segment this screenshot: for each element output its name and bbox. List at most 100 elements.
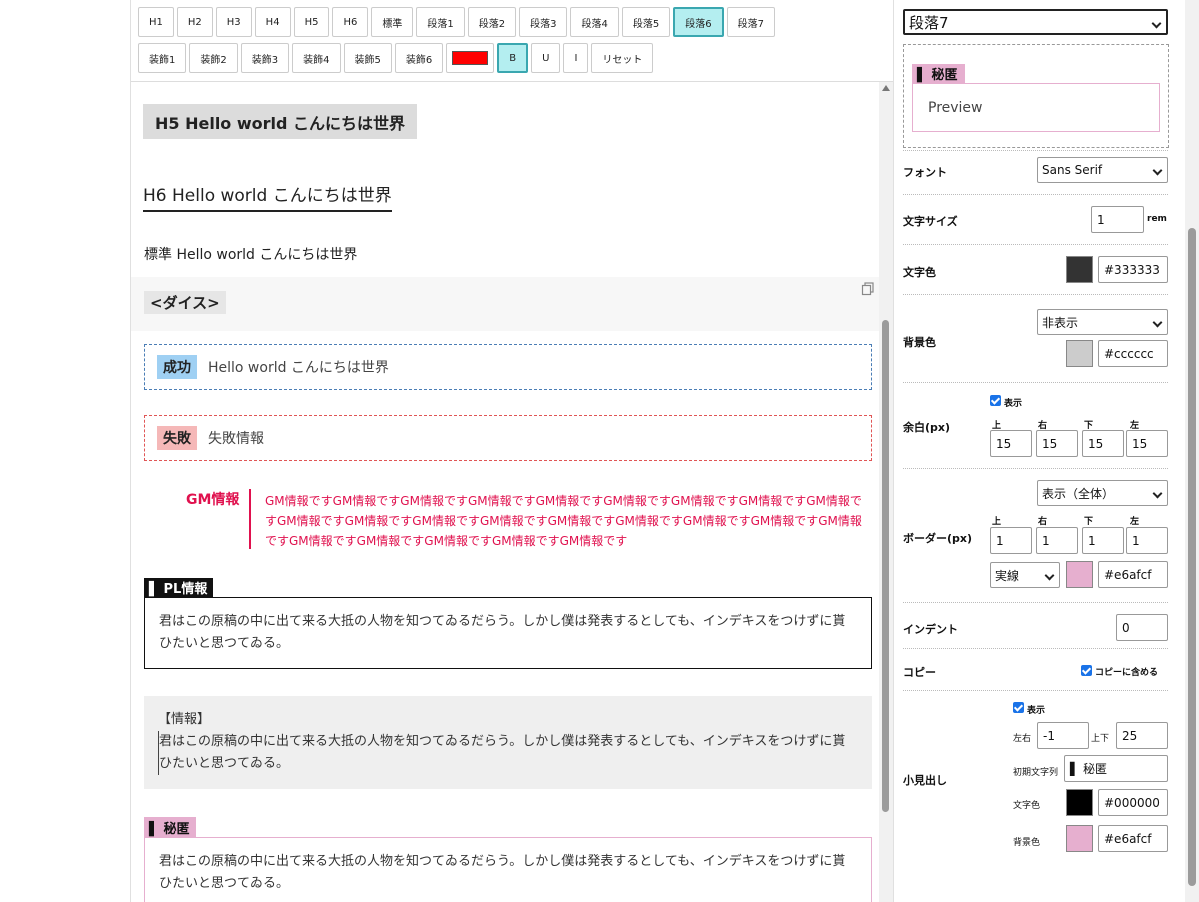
font-label: フォント — [903, 166, 947, 179]
heading-show-checkbox[interactable] — [1013, 702, 1024, 713]
copy-include-checkbox[interactable] — [1081, 665, 1092, 676]
margin-top-input[interactable]: 15 — [990, 430, 1032, 457]
normal-sample: 標準 Hello world こんにちは世界 — [144, 247, 358, 263]
offset-lr-input[interactable]: -1 — [1037, 722, 1089, 749]
font-size-label: 文字サイズ — [903, 215, 958, 228]
text-color-hex-input[interactable]: #333333 — [1098, 256, 1168, 283]
border-mode-select[interactable]: 表示（全体） — [1037, 480, 1168, 506]
h5-button[interactable]: H5 — [293, 7, 330, 37]
panel-scroll-thumb[interactable] — [1188, 228, 1196, 886]
bg-color-picker[interactable] — [1066, 340, 1093, 367]
heading-text-color-picker[interactable] — [1066, 789, 1093, 816]
h6-button[interactable]: H6 — [332, 7, 369, 37]
heading-bg-color-label: 背景色 — [1013, 838, 1041, 848]
gm-info-divider — [249, 489, 251, 549]
border-label: ボーダー(px) — [903, 532, 973, 545]
secret-heading: ▌ 秘匿 — [144, 817, 196, 837]
panel-scrollbar[interactable] — [1185, 0, 1199, 902]
heading-bg-color-picker[interactable] — [1066, 825, 1093, 852]
h1-button[interactable]: H1 — [138, 7, 174, 37]
text-color-button[interactable] — [446, 43, 495, 73]
bg-color-hex-input[interactable]: #cccccc — [1098, 340, 1168, 367]
style-select[interactable]: 段落7 — [903, 9, 1168, 35]
failure-message: 失敗 失敗情報 — [144, 415, 872, 461]
preview-area: ▌ 秘匿 Preview — [903, 44, 1169, 148]
heading-text-color-hex-input[interactable]: #000000 — [1098, 789, 1168, 816]
settings-panel: 段落7 ▌ 秘匿 Preview フォント Sans Serif 文字サイズ 1… — [895, 0, 1199, 902]
h3-button[interactable]: H3 — [215, 7, 252, 37]
border-color-picker[interactable] — [1066, 561, 1093, 588]
subheading-label: 小見出し — [903, 774, 947, 787]
border-style-select[interactable]: 実線 — [990, 562, 1060, 588]
paragraph7-button[interactable]: 段落7 — [726, 7, 775, 37]
gm-info-title: GM情報 — [186, 492, 240, 508]
h4-button[interactable]: H4 — [254, 7, 291, 37]
reset-button[interactable]: リセット — [591, 43, 654, 73]
paragraph2-button[interactable]: 段落2 — [467, 7, 517, 37]
divider — [903, 602, 1168, 603]
decoration6-button[interactable]: 装飾6 — [394, 43, 444, 73]
success-badge: 成功 — [157, 355, 197, 379]
paragraph4-button[interactable]: 段落4 — [570, 7, 619, 37]
pl-info-body: 君はこの原稿の中に出て来る大抵の人物を知つてゐるだらう。しかし僕は発表するとして… — [144, 597, 872, 669]
bold-button[interactable]: B — [497, 43, 529, 73]
divider — [903, 690, 1168, 691]
paragraph6-button[interactable]: 段落6 — [673, 7, 724, 37]
margin-bottom-input[interactable]: 15 — [1082, 430, 1124, 457]
bg-mode-select[interactable]: 非表示 — [1037, 309, 1168, 335]
heading-text-color-label: 文字色 — [1013, 801, 1041, 811]
editor-scrollbar[interactable] — [879, 82, 893, 902]
italic-button[interactable]: I — [563, 43, 589, 73]
scroll-up-arrow-icon[interactable] — [882, 85, 890, 91]
h5-sample: H5 Hello world こんにちは世界 — [143, 104, 418, 139]
border-right-input[interactable]: 1 — [1036, 527, 1078, 554]
heading-show-label: 表示 — [1027, 706, 1046, 716]
failure-badge: 失敗 — [157, 426, 197, 450]
paragraph1-button[interactable]: 段落1 — [416, 7, 465, 37]
border-color-hex-input[interactable]: #e6afcf — [1098, 561, 1168, 588]
copy-icon[interactable] — [861, 282, 875, 296]
decoration1-button[interactable]: 装飾1 — [138, 43, 187, 73]
border-bottom-input[interactable]: 1 — [1082, 527, 1124, 554]
decoration3-button[interactable]: 装飾3 — [240, 43, 290, 73]
format-toolbar: H1 H2 H3 H4 H5 H6 標準 段落1 段落2 段落3 段落4 段落5… — [131, 0, 893, 82]
decoration4-button[interactable]: 装飾4 — [292, 43, 341, 73]
margin-right-input[interactable]: 15 — [1036, 430, 1078, 457]
margin-show-checkbox[interactable] — [990, 395, 1001, 406]
font-select-value: Sans Serif — [1042, 163, 1103, 177]
divider — [903, 244, 1168, 245]
initial-text-input[interactable]: ▌ 秘匿 — [1064, 755, 1168, 782]
offset-ud-input[interactable]: 25 — [1116, 722, 1168, 749]
info-body: 君はこの原稿の中に出て来る大抵の人物を知つてゐるだらう。しかし僕は発表するとして… — [158, 731, 858, 775]
success-text: Hello world こんにちは世界 — [208, 360, 389, 376]
indent-input[interactable]: 0 — [1116, 614, 1168, 641]
paragraph3-button[interactable]: 段落3 — [519, 7, 568, 37]
margin-left-input[interactable]: 15 — [1126, 430, 1168, 457]
h2-button[interactable]: H2 — [176, 7, 213, 37]
font-select[interactable]: Sans Serif — [1037, 157, 1168, 183]
border-left-input[interactable]: 1 — [1126, 527, 1168, 554]
editor-content[interactable]: H5 Hello world こんにちは世界 H6 Hello world こん… — [131, 82, 881, 902]
underline-button[interactable]: U — [531, 43, 561, 73]
offset-ud-label: 上下 — [1091, 734, 1110, 744]
gm-info-body: GM情報ですGM情報ですGM情報ですGM情報ですGM情報ですGM情報ですGM情報… — [265, 494, 862, 548]
heading-bg-color-hex-input[interactable]: #e6afcf — [1098, 825, 1168, 852]
secret-body: 君はこの原稿の中に出て来る大抵の人物を知つてゐるだらう。しかし僕は発表するとして… — [144, 837, 872, 902]
copy-label: コピー — [903, 666, 936, 679]
decoration5-button[interactable]: 装飾5 — [343, 43, 392, 73]
editor-scroll-thumb[interactable] — [882, 320, 889, 812]
bg-color-label: 背景色 — [903, 336, 936, 349]
dice-label: <ダイス> — [144, 291, 226, 314]
border-top-input[interactable]: 1 — [990, 527, 1032, 554]
font-size-input[interactable]: 1 — [1091, 206, 1144, 233]
dice-block: <ダイス> — [131, 277, 881, 331]
info-title: 【情報】 — [158, 712, 211, 727]
decoration2-button[interactable]: 装飾2 — [189, 43, 238, 73]
paragraph5-button[interactable]: 段落5 — [621, 7, 671, 37]
text-color-label: 文字色 — [903, 266, 936, 279]
divider — [903, 382, 1168, 383]
normal-button[interactable]: 標準 — [371, 7, 414, 37]
border-right-label: 右 — [1038, 517, 1048, 527]
text-color-picker[interactable] — [1066, 256, 1093, 283]
indent-label: インデント — [903, 623, 958, 636]
